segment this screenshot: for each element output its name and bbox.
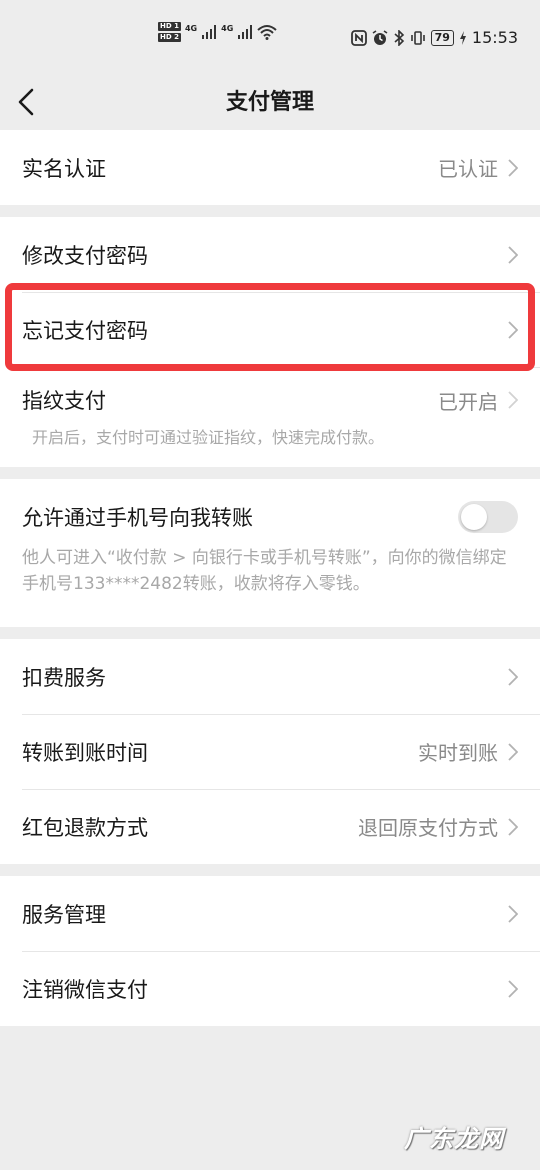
chevron-right-icon [508, 245, 518, 264]
group-phone-transfer: 允许通过手机号向我转账 他人可进入“收付款 > 向银行卡或手机号转账”，向你的微… [0, 479, 540, 627]
chevron-right-icon [508, 391, 518, 409]
phone-transfer-description: 他人可进入“收付款 > 向银行卡或手机号转账”，向你的微信绑定手机号133***… [22, 548, 507, 594]
page-title: 支付管理 [225, 90, 314, 115]
group-password: 修改支付密码 忘记支付密码 指纹支付 已开启 开启后，支付时可通过验证指纹，快速… [0, 217, 540, 467]
phone-transfer-label: 允许通过手机号向我转账 [22, 506, 253, 530]
chevron-right-icon [508, 904, 518, 923]
watermark: 广东龙网 [404, 1125, 504, 1153]
status-bar: HD 1 HD 2 4G 4G 79 15:53 [0, 0, 540, 76]
deduct-service-row[interactable]: 扣费服务 [0, 639, 540, 714]
fingerprint-row[interactable]: 指纹支付 已开启 开启后，支付时可通过验证指纹，快速完成付款。 [0, 367, 540, 467]
phone-transfer-row-top: 允许通过手机号向我转账 [22, 501, 518, 533]
forgot-password-row[interactable]: 忘记支付密码 [0, 292, 540, 367]
chevron-right-icon [508, 817, 518, 836]
network-type-2: 4G [221, 24, 234, 33]
refund-method-label: 红包退款方式 [22, 815, 148, 840]
refund-method-value: 退回原支付方式 [358, 816, 498, 840]
arrival-time-value: 实时到账 [418, 741, 498, 765]
chevron-right-icon [508, 320, 518, 339]
signal-1-icon [202, 25, 217, 39]
toggle-knob [461, 504, 487, 530]
wifi-icon [257, 25, 277, 40]
hd1-badge: HD 1 [158, 22, 181, 31]
arrival-time-row[interactable]: 转账到账时间 实时到账 [0, 714, 540, 789]
group-transfer-settings: 扣费服务 转账到账时间 实时到账 红包退款方式 退回原支付方式 [0, 639, 540, 864]
modify-password-row[interactable]: 修改支付密码 [0, 217, 540, 292]
service-management-label: 服务管理 [22, 902, 106, 927]
nav-bar: 支付管理 [0, 76, 540, 130]
alarm-icon [372, 29, 388, 45]
fingerprint-label: 指纹支付 [22, 389, 106, 413]
hd-badges: HD 1 HD 2 [158, 22, 181, 42]
cancel-wechat-pay-row[interactable]: 注销微信支付 [0, 951, 540, 1026]
clock: 15:53 [471, 28, 518, 47]
network-type-1: 4G [184, 24, 198, 33]
group-service: 服务管理 注销微信支付 [0, 876, 540, 1026]
cancel-wechat-pay-label: 注销微信支付 [22, 977, 148, 1002]
chevron-right-icon [508, 158, 518, 177]
fingerprint-value: 已开启 [438, 389, 498, 414]
battery-level: 79 [430, 29, 454, 46]
system-indicators: 79 15:53 [350, 28, 518, 47]
signal-2-icon [238, 25, 253, 39]
modify-password-label: 修改支付密码 [22, 243, 148, 268]
fingerprint-row-top: 指纹支付 已开启 [22, 385, 518, 415]
group-realname: 实名认证 已认证 [0, 130, 540, 205]
hd2-badge: HD 2 [158, 33, 181, 42]
arrival-time-label: 转账到账时间 [22, 740, 148, 765]
fingerprint-description: 开启后，支付时可通过验证指纹，快速完成付款。 [32, 428, 385, 447]
realname-row[interactable]: 实名认证 已认证 [0, 130, 540, 205]
chevron-right-icon [508, 979, 518, 998]
phone-transfer-row: 允许通过手机号向我转账 他人可进入“收付款 > 向银行卡或手机号转账”，向你的微… [0, 479, 540, 627]
chevron-right-icon [508, 742, 518, 761]
chevron-right-icon [508, 667, 518, 686]
realname-label: 实名认证 [22, 156, 106, 181]
refund-method-row[interactable]: 红包退款方式 退回原支付方式 [0, 789, 540, 864]
phone-transfer-toggle[interactable] [458, 501, 518, 533]
signal-indicators: HD 1 HD 2 4G 4G [158, 22, 277, 42]
forgot-password-label: 忘记支付密码 [22, 318, 148, 343]
bluetooth-icon [394, 29, 404, 46]
charging-icon [459, 30, 466, 45]
nfc-icon [350, 29, 367, 46]
realname-value: 已认证 [438, 157, 498, 181]
deduct-service-label: 扣费服务 [22, 665, 106, 690]
service-management-row[interactable]: 服务管理 [0, 876, 540, 951]
vibrate-icon [410, 30, 425, 45]
